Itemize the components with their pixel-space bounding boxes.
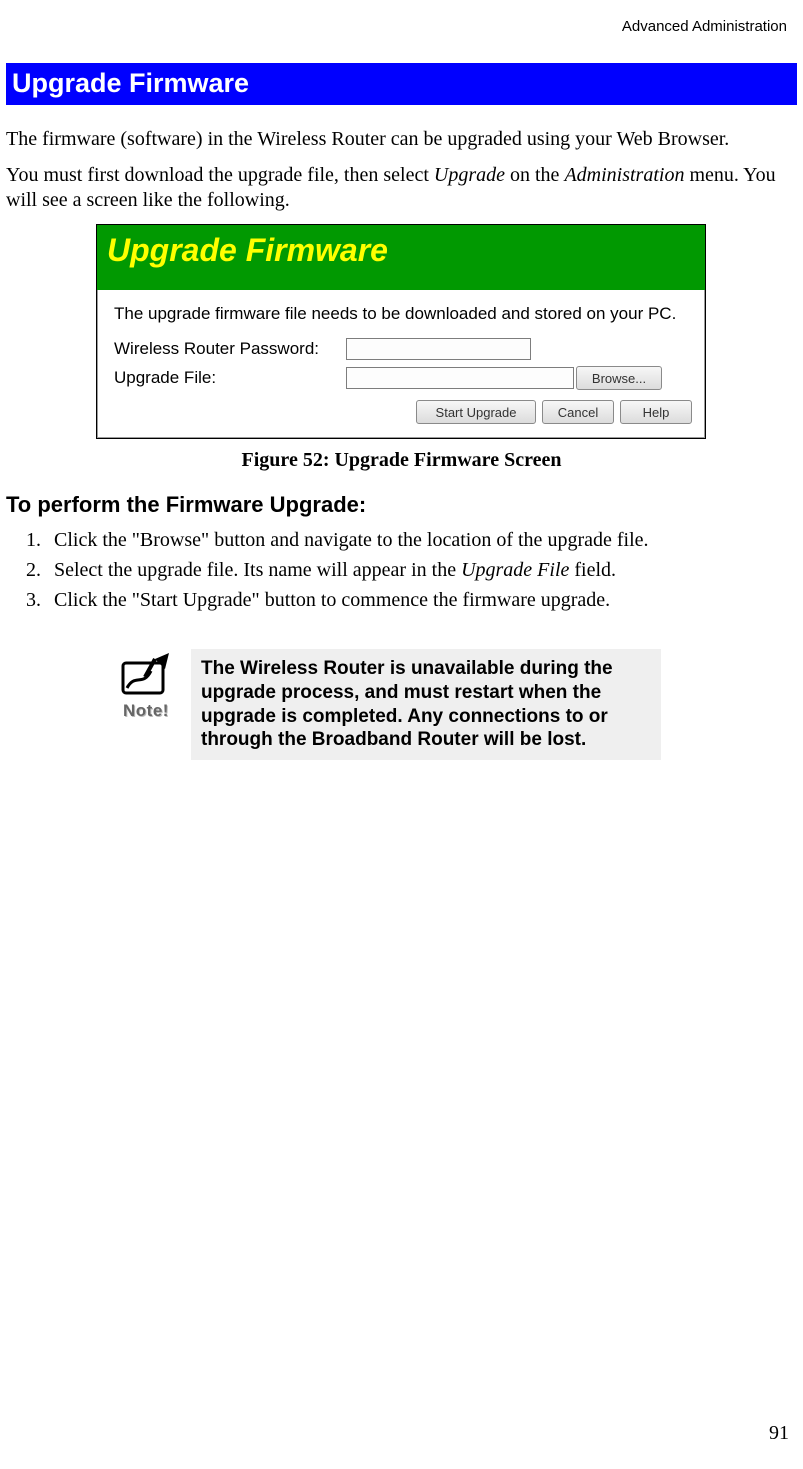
intro-p2-italic-upgrade: Upgrade xyxy=(434,164,505,186)
step-2: Select the upgrade file. Its name will a… xyxy=(46,558,797,583)
step-3: Click the "Start Upgrade" button to comm… xyxy=(46,588,797,613)
note-icon xyxy=(115,653,177,699)
figure-instruction-text: The upgrade firmware file needs to be do… xyxy=(114,303,694,326)
intro-p2-italic-admin: Administration xyxy=(564,164,684,186)
running-header: Advanced Administration xyxy=(6,18,787,35)
help-button[interactable]: Help xyxy=(620,400,692,424)
label-router-password: Wireless Router Password: xyxy=(114,339,346,359)
figure-upgrade-firmware: Upgrade Firmware The upgrade firmware fi… xyxy=(96,224,706,439)
start-upgrade-button[interactable]: Start Upgrade xyxy=(416,400,536,424)
intro-p2-part-a: You must first download the upgrade file… xyxy=(6,164,434,186)
input-upgrade-file[interactable] xyxy=(346,367,574,389)
note-block: Note! The Wireless Router is unavailable… xyxy=(101,649,661,760)
note-text: The Wireless Router is unavailable durin… xyxy=(191,649,661,760)
cancel-button[interactable]: Cancel xyxy=(542,400,614,424)
step-2-part-a: Select the upgrade file. Its name will a… xyxy=(54,559,461,581)
note-label: Note! xyxy=(101,701,191,721)
figure-window-title: Upgrade Firmware xyxy=(97,225,705,290)
step-1: Click the "Browse" button and navigate t… xyxy=(46,528,797,553)
label-upgrade-file: Upgrade File: xyxy=(114,368,346,388)
section-title-bar: Upgrade Firmware xyxy=(6,63,797,105)
page-number: 91 xyxy=(769,1422,789,1445)
figure-caption: Figure 52: Upgrade Firmware Screen xyxy=(6,449,797,472)
intro-paragraph-1: The firmware (software) in the Wireless … xyxy=(6,127,797,151)
intro-p2-part-c: on the xyxy=(505,164,564,186)
intro-paragraph-2: You must first download the upgrade file… xyxy=(6,163,797,212)
step-2-italic: Upgrade File xyxy=(461,559,569,581)
steps-list: Click the "Browse" button and navigate t… xyxy=(6,528,797,613)
browse-button[interactable]: Browse... xyxy=(576,366,662,390)
steps-heading: To perform the Firmware Upgrade: xyxy=(6,492,797,518)
input-router-password[interactable] xyxy=(346,338,531,360)
step-2-part-c: field. xyxy=(569,559,616,581)
